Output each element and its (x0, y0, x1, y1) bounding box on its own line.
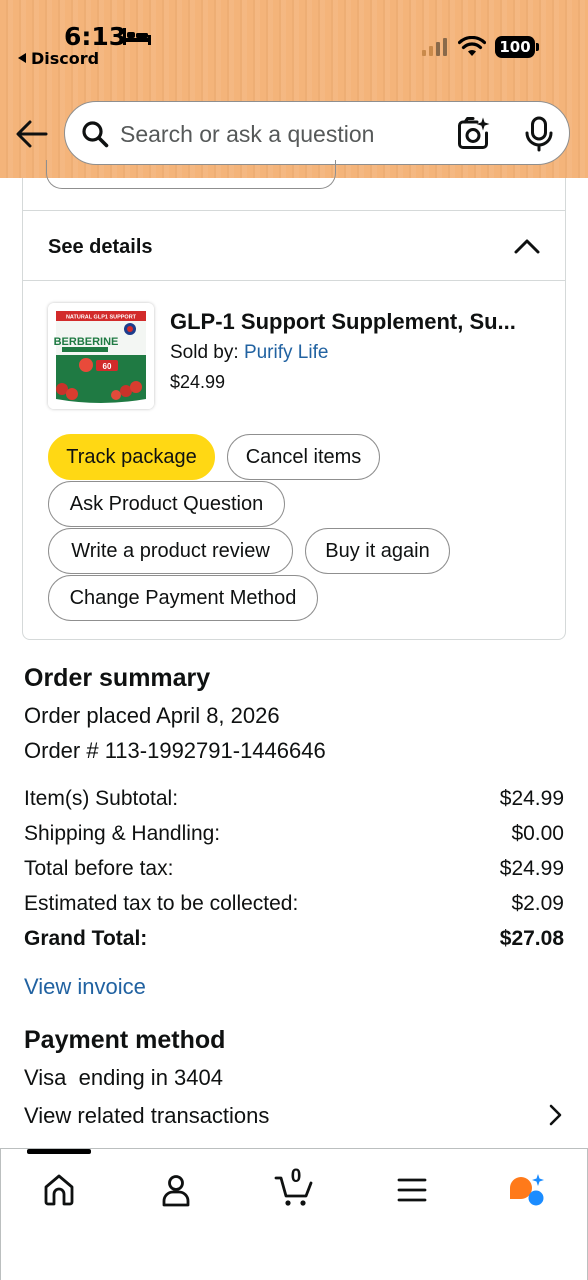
summary-amount: $24.99 (499, 787, 564, 810)
rufus-ai-icon[interactable] (506, 1172, 546, 1208)
order-summary-heading: Order summary (24, 664, 211, 692)
summary-label: Grand Total: (24, 927, 148, 950)
order-number: Order # 113-1992791-1446646 (24, 738, 326, 763)
card-border-left (22, 178, 23, 211)
summary-label: Total before tax: (24, 857, 174, 880)
active-tab-indicator (27, 1149, 91, 1154)
account-icon[interactable] (158, 1172, 194, 1208)
order-placed-date: Order placed April 8, 2026 (24, 703, 280, 728)
camera-lens-icon[interactable] (455, 116, 491, 152)
see-details-toggle[interactable]: See details (23, 211, 565, 281)
berberine-pouch-image: NATURAL GLP1 SUPPORT BERBERINE 60 (48, 303, 154, 409)
back-triangle-icon (18, 53, 26, 63)
pouch-count-text: 60 (103, 362, 112, 371)
home-icon[interactable] (41, 1172, 77, 1208)
sold-by-label: Sold by: (170, 342, 239, 363)
summary-label: Estimated tax to be collected: (24, 892, 299, 915)
search-bar[interactable] (64, 101, 570, 165)
search-input[interactable] (120, 116, 440, 152)
scrolled-button-edge[interactable] (46, 160, 336, 189)
pouch-brand-text: BERBERINE (54, 336, 119, 348)
back-app-label: Discord (31, 49, 100, 68)
summary-amount: $27.08 (499, 927, 564, 950)
summary-amount: $2.09 (511, 892, 564, 915)
product-image[interactable]: NATURAL GLP1 SUPPORT BERBERINE 60 (48, 303, 154, 409)
payment-card-info: Visa ending in 3404 (24, 1065, 223, 1090)
view-related-transactions-link[interactable]: View related transactions (24, 1103, 269, 1129)
seller-link[interactable]: Purify Life (244, 342, 328, 363)
payment-method-heading: Payment method (24, 1026, 226, 1054)
sold-by: Sold by: Purify Life (170, 342, 328, 364)
pouch-banner-text: NATURAL GLP1 SUPPORT (66, 315, 137, 321)
header: 6:13 Discord 100 (0, 0, 588, 178)
summary-label: Shipping & Handling: (24, 822, 221, 845)
cellular-signal-icon (422, 38, 447, 56)
see-details-label: See details (48, 236, 153, 258)
battery-level: 100 (495, 36, 535, 58)
cart-count: 0 (290, 1166, 302, 1187)
search-icon (82, 121, 109, 148)
chevron-right-icon[interactable] (546, 1103, 564, 1127)
order-items-card: See details NATURAL GLP1 SUPPORT BERBERI… (22, 210, 566, 640)
buy-it-again-button[interactable]: Buy it again (305, 528, 450, 574)
write-review-button[interactable]: Write a product review (48, 528, 293, 574)
cancel-items-button[interactable]: Cancel items (227, 434, 380, 480)
chevron-up-icon (514, 239, 540, 254)
view-invoice-link[interactable]: View invoice (24, 974, 146, 1000)
track-package-button[interactable]: Track package (48, 434, 215, 480)
status-time: 6:13 (64, 22, 127, 51)
summary-amount: $24.99 (499, 857, 564, 880)
battery-nub (536, 43, 539, 51)
product-title[interactable]: GLP-1 Support Supplement, Su... (170, 309, 550, 335)
summary-amount: $0.00 (511, 822, 564, 845)
microphone-icon[interactable] (522, 116, 556, 152)
product-price: $24.99 (170, 372, 226, 392)
wifi-icon (458, 36, 486, 56)
change-payment-method-button[interactable]: Change Payment Method (48, 575, 318, 621)
summary-label: Item(s) Subtotal: (24, 787, 179, 810)
ask-product-question-button[interactable]: Ask Product Question (48, 481, 285, 527)
sleep-focus-icon (123, 28, 151, 45)
battery-indicator: 100 (495, 36, 539, 58)
menu-icon[interactable] (394, 1172, 430, 1208)
back-to-app-link[interactable]: Discord (18, 49, 99, 68)
card-border-right (565, 178, 566, 211)
back-arrow-icon[interactable] (14, 116, 50, 152)
